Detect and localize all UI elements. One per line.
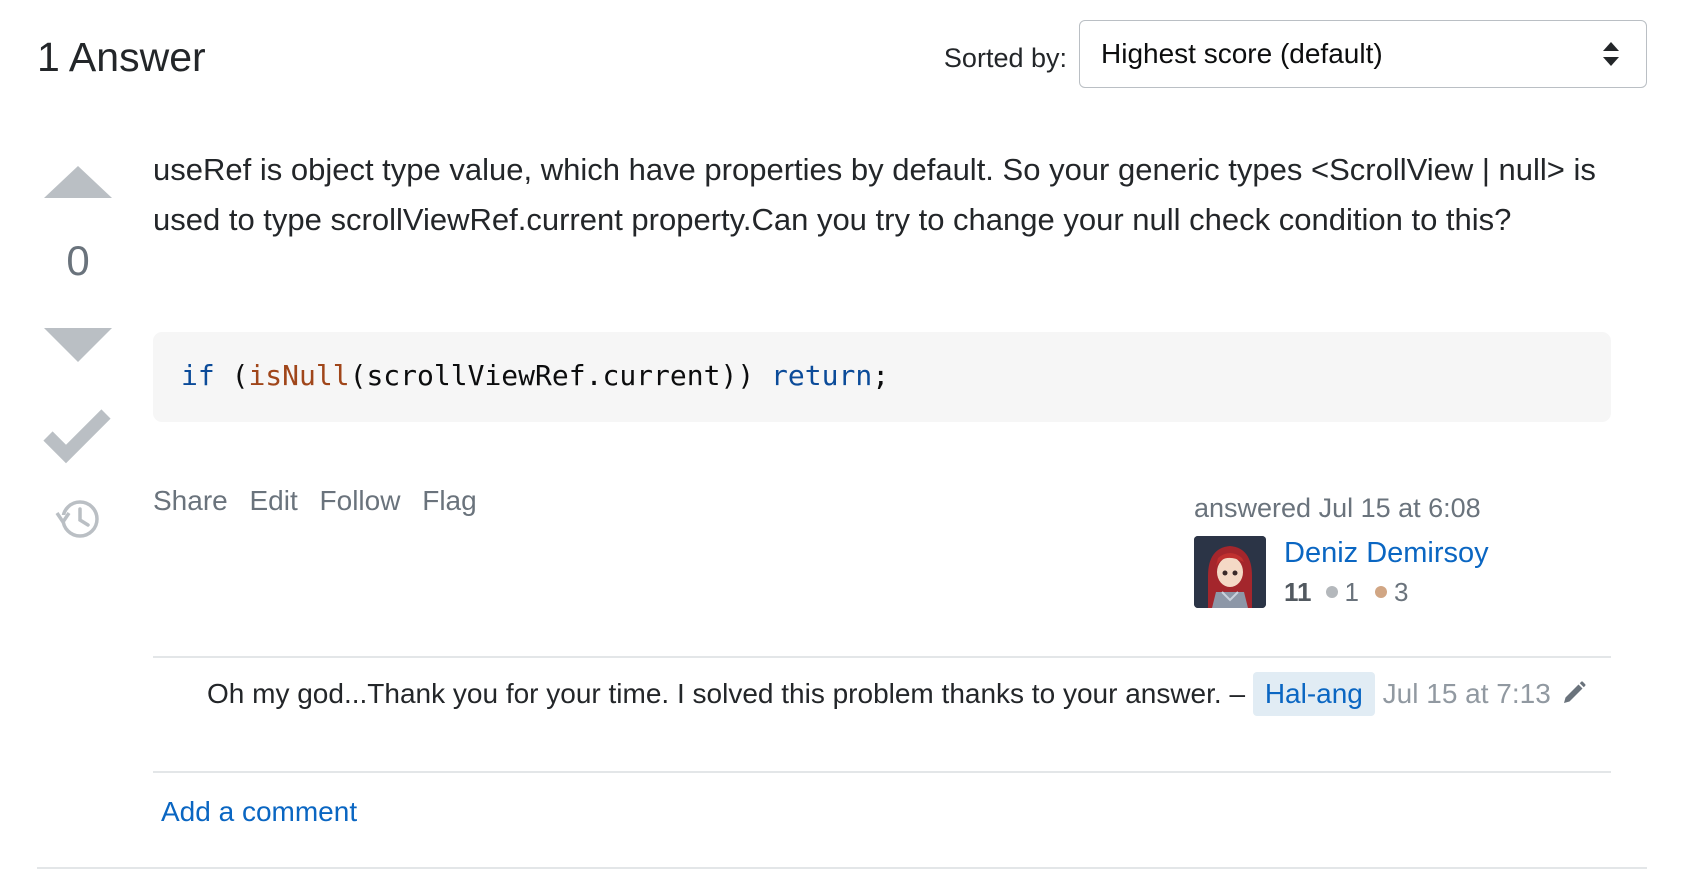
comment-date[interactable]: Jul 15 at 7:13 <box>1383 678 1551 709</box>
user-card: answered Jul 15 at 6:08 Deniz Demirsoy 1… <box>1194 492 1614 612</box>
answer-bottom-divider <box>37 867 1647 869</box>
share-link[interactable]: Share <box>153 485 228 516</box>
upvote-arrow-icon[interactable] <box>38 160 118 206</box>
comment-item: Oh my god...Thank you for your time. I s… <box>207 672 1607 716</box>
code-args: (scrollViewRef.current)) <box>349 359 755 392</box>
pencil-icon <box>1563 681 1586 703</box>
answers-header: 1 Answer Sorted by: Highest score (defau… <box>37 20 1647 100</box>
sort-label: Sorted by: <box>943 43 1067 73</box>
code-block: if (isNull(scrollViewRef.current)) retur… <box>153 332 1611 422</box>
code-keyword-if: if <box>181 359 215 392</box>
flag-link[interactable]: Flag <box>422 485 476 516</box>
comments-divider-bottom <box>153 771 1611 773</box>
answer-body-text: useRef is object type value, which have … <box>153 152 1596 237</box>
avatar[interactable] <box>1194 536 1266 608</box>
silver-badge-icon <box>1325 586 1338 599</box>
avatar-image-icon <box>1194 536 1266 608</box>
code-function-name: isNull <box>248 359 350 392</box>
user-name-link[interactable]: Deniz Demirsoy <box>1284 536 1489 570</box>
answers-section: 1 Answer Sorted by: Highest score (defau… <box>0 0 1684 880</box>
follow-link[interactable]: Follow <box>320 485 401 516</box>
comment-user-link[interactable]: Hal-ang <box>1252 672 1375 716</box>
code-keyword-return: return <box>771 359 873 392</box>
vote-count: 0 <box>66 237 90 284</box>
select-arrows-icon <box>1603 42 1619 66</box>
post-menu: Share Edit Follow Flag <box>153 484 491 518</box>
sort-select[interactable]: Highest score (default) <box>1079 20 1647 88</box>
answer-count-heading: 1 Answer <box>37 34 206 80</box>
comment-text: Oh my god...Thank you for your time. I s… <box>207 678 1253 709</box>
vote-column: 0 <box>38 160 118 560</box>
bronze-badge-icon <box>1374 586 1387 599</box>
accept-checkmark-icon[interactable] <box>38 406 118 468</box>
user-action-time: answered Jul 15 at 6:08 <box>1194 493 1481 523</box>
downvote-arrow-icon[interactable] <box>38 324 118 370</box>
edit-link[interactable]: Edit <box>250 485 298 516</box>
code-paren: ( <box>214 359 249 392</box>
add-comment-link[interactable]: Add a comment <box>161 795 357 829</box>
comments-divider <box>153 656 1611 658</box>
reputation-score: 11 <box>1284 577 1312 607</box>
user-stats: 11 1 3 <box>1284 576 1424 608</box>
sort-select-value: Highest score (default) <box>1101 38 1383 69</box>
history-icon[interactable] <box>38 495 118 543</box>
bronze-badge-count: 3 <box>1393 577 1409 607</box>
code-semicolon: ; <box>872 359 890 392</box>
silver-badge-count: 1 <box>1344 577 1359 607</box>
